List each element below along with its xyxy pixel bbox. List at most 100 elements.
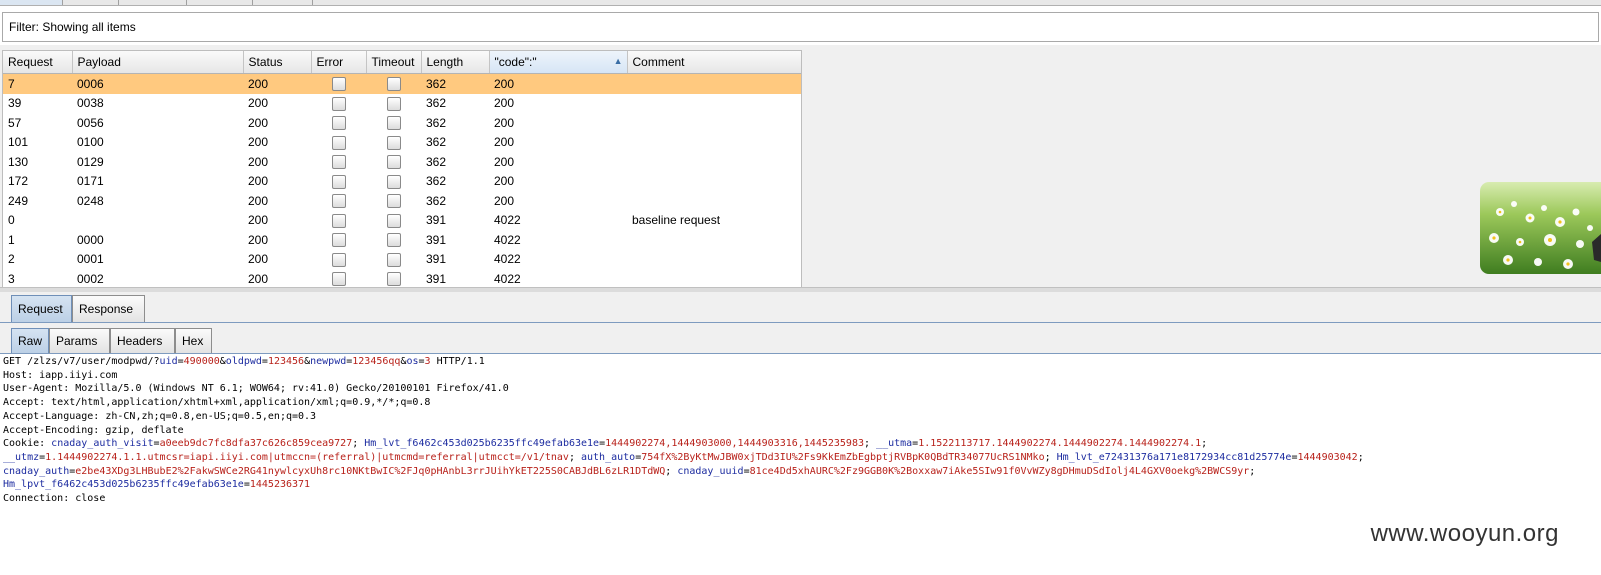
cell-status: 200	[248, 135, 269, 150]
timeout-checkbox[interactable]	[386, 272, 401, 287]
table-row[interactable]: 7 0006 200 362 200	[3, 73, 801, 94]
column-header-comment[interactable]: Comment	[627, 51, 801, 74]
timeout-checkbox[interactable]	[386, 77, 401, 92]
cookie-key: Hm_lvt_f6462c453d025b6235ffc49efab63e1e	[364, 438, 600, 450]
tab-request[interactable]: Request	[11, 295, 72, 322]
error-checkbox[interactable]	[331, 174, 346, 189]
results-table[interactable]: Request Payload Status Error Timeout Len…	[2, 50, 802, 288]
cell-code: 200	[494, 154, 515, 169]
table-row[interactable]: 101 0100 200 362 200	[3, 133, 801, 153]
column-header-error[interactable]: Error	[311, 51, 367, 74]
cookie-value: 1444902274,1444903000,1444903316,1445235…	[605, 438, 864, 450]
error-checkbox[interactable]	[331, 252, 346, 267]
table-row[interactable]: 172 0171 200 362 200	[3, 172, 801, 192]
cookie-value: 1444903042	[1297, 451, 1358, 463]
timeout-checkbox-cell	[366, 250, 421, 270]
table-row[interactable]: 1 0000 200 391 4022	[3, 230, 801, 250]
column-header-length[interactable]: Length	[421, 51, 490, 74]
cell-request: 57	[8, 115, 22, 130]
error-checkbox[interactable]	[331, 233, 346, 248]
table-row[interactable]: 2 0001 200 391 4022	[3, 250, 801, 270]
cell-length: 391	[426, 271, 447, 286]
filter-bar[interactable]: Filter: Showing all items	[2, 12, 1599, 42]
cell-comment	[627, 73, 801, 94]
cookie-value: 1445236371	[249, 479, 311, 491]
cell-code: 200	[494, 193, 515, 208]
top-tab-4[interactable]	[186, 0, 253, 5]
timeout-checkbox-cell	[366, 230, 421, 250]
error-checkbox[interactable]	[331, 155, 346, 170]
error-checkbox[interactable]	[331, 96, 346, 111]
error-checkbox-cell	[311, 73, 366, 94]
tab-response[interactable]: Response	[72, 295, 145, 322]
error-checkbox[interactable]	[331, 116, 346, 131]
cell-comment	[627, 250, 801, 270]
cell-payload: 0129	[77, 154, 104, 169]
table-row[interactable]: 57 0056 200 362 200	[3, 113, 801, 133]
timeout-checkbox[interactable]	[386, 213, 401, 228]
top-tab-2[interactable]	[62, 0, 119, 5]
cell-status: 200	[248, 115, 269, 130]
cell-payload: 0038	[77, 96, 104, 111]
timeout-checkbox-cell	[366, 191, 421, 211]
column-header-code[interactable]: "code":" ▲	[489, 51, 628, 74]
cell-request: 39	[8, 96, 22, 111]
column-header-status[interactable]: Status	[243, 51, 312, 74]
cell-length: 391	[426, 213, 447, 228]
cookie-key: cnaday_uuid	[677, 465, 744, 477]
param-value: 490000	[183, 356, 220, 367]
timeout-checkbox[interactable]	[386, 96, 401, 111]
top-tab-strip	[0, 0, 1601, 6]
table-row[interactable]: 3 0002 200 391 4022	[3, 269, 801, 287]
top-tab-1[interactable]	[0, 0, 63, 5]
error-checkbox[interactable]	[331, 194, 346, 209]
cell-payload: 0000	[77, 232, 104, 247]
header-accept-encoding: Accept-Encoding: gzip, deflate	[3, 424, 184, 436]
timeout-checkbox-cell	[366, 73, 421, 94]
cookie-key: cnaday_auth	[3, 465, 70, 477]
tab-hex[interactable]: Hex	[175, 328, 212, 353]
cell-code: 200	[494, 96, 515, 111]
timeout-checkbox[interactable]	[386, 116, 401, 131]
error-checkbox-cell	[311, 94, 366, 114]
cell-payload: 0006	[72, 73, 243, 94]
cell-request: 7	[3, 73, 72, 94]
header-cookie-line-3: cnaday_auth=e2be43XDg3LHBubE2%2FakwSWCe2…	[3, 465, 1256, 477]
timeout-checkbox[interactable]	[386, 174, 401, 189]
cell-code: 200	[494, 174, 515, 189]
sort-ascending-icon: ▲	[613, 56, 623, 66]
error-checkbox[interactable]	[331, 135, 346, 150]
timeout-checkbox-cell	[366, 152, 421, 172]
cell-status: 200	[248, 193, 269, 208]
timeout-checkbox[interactable]	[386, 194, 401, 209]
table-row[interactable]: 249 0248 200 362 200	[3, 191, 801, 211]
timeout-checkbox[interactable]	[386, 135, 401, 150]
cell-comment	[627, 191, 801, 211]
column-header-timeout[interactable]: Timeout	[366, 51, 422, 74]
cell-comment: baseline request	[632, 213, 721, 228]
timeout-checkbox[interactable]	[386, 252, 401, 267]
column-header-request[interactable]: Request	[3, 51, 73, 74]
cell-status: 200	[248, 213, 269, 228]
column-header-payload[interactable]: Payload	[72, 51, 244, 74]
timeout-checkbox[interactable]	[386, 233, 401, 248]
tab-params[interactable]: Params	[49, 328, 110, 353]
table-row[interactable]: 39 0038 200 362 200	[3, 94, 801, 114]
cell-length: 362	[426, 135, 447, 150]
daisy-field-image	[1480, 182, 1601, 274]
table-row[interactable]: 130 0129 200 362 200	[3, 152, 801, 172]
tab-headers[interactable]: Headers	[110, 328, 175, 353]
cell-length: 362	[426, 193, 447, 208]
param-key: oldpwd	[225, 356, 262, 367]
cell-status: 200	[248, 232, 269, 247]
cookie-key: __utma	[876, 438, 913, 450]
table-row[interactable]: 0 200 391 4022 baseline request	[3, 211, 801, 231]
error-checkbox[interactable]	[331, 77, 346, 92]
tab-raw[interactable]: Raw	[11, 328, 49, 353]
error-checkbox[interactable]	[331, 213, 346, 228]
top-tab-5[interactable]	[252, 0, 313, 5]
top-tab-3[interactable]	[118, 0, 187, 5]
raw-request-editor[interactable]: GET /zlzs/v7/user/modpwd/?uid=490000&old…	[3, 355, 1598, 506]
error-checkbox[interactable]	[331, 272, 346, 287]
timeout-checkbox[interactable]	[386, 155, 401, 170]
